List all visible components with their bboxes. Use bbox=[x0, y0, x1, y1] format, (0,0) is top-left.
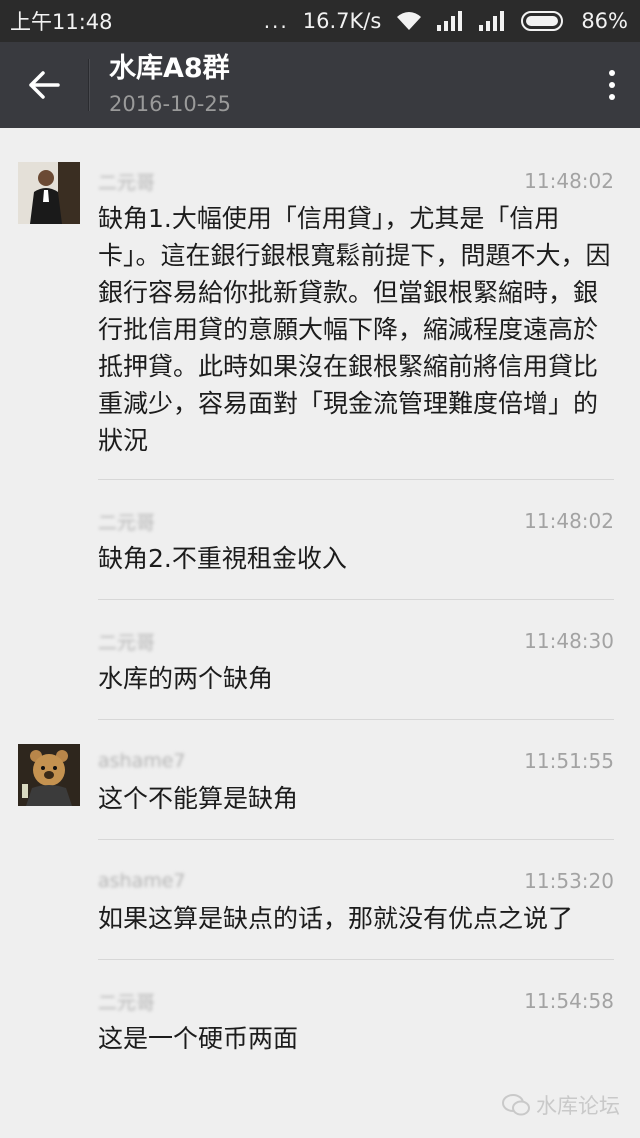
network-speed: 16.7K/s bbox=[302, 9, 382, 33]
message-item[interactable]: 二元哥 11:48:02 缺角2.不重視租金收入 bbox=[0, 480, 640, 600]
sender-name: 二元哥 bbox=[98, 171, 156, 194]
chat-date: 2016-10-25 bbox=[109, 92, 232, 116]
notification-dots: ... bbox=[263, 9, 289, 33]
message-time: 11:48:30 bbox=[524, 629, 614, 653]
sender-name: 二元哥 bbox=[98, 631, 156, 654]
sender-name: ashame7 bbox=[98, 750, 186, 772]
message-time: 11:54:58 bbox=[524, 989, 614, 1013]
watermark-text: 水库论坛 bbox=[536, 1094, 620, 1118]
sender-name: 二元哥 bbox=[98, 511, 156, 534]
wechat-icon bbox=[502, 1094, 530, 1116]
more-vertical-icon[interactable] bbox=[584, 42, 640, 128]
header-divider bbox=[88, 59, 89, 111]
status-indicators: ... 16.7K/s 86% bbox=[264, 9, 628, 33]
message-text: 如果这算是缺点的话，那就没有优点之说了 bbox=[98, 904, 574, 933]
message-text: 这是一个硬币两面 bbox=[98, 1024, 299, 1053]
wifi-icon bbox=[395, 10, 423, 32]
person-avatar[interactable] bbox=[18, 162, 80, 224]
message-item[interactable]: 二元哥 11:48:30 水库的两个缺角 bbox=[0, 600, 640, 720]
battery-level: 86% bbox=[581, 9, 628, 33]
message-time: 11:48:02 bbox=[524, 509, 614, 533]
message-item[interactable]: ashame7 11:51:55 这个不能算是缺角 bbox=[0, 720, 640, 840]
message-text: 缺角1.大幅使用「信用貸」，尤其是「信用卡」。這在銀行銀根寬鬆前提下，問題不大，… bbox=[98, 204, 611, 455]
battery-icon bbox=[521, 10, 567, 32]
message-text: 水库的两个缺角 bbox=[98, 664, 274, 693]
message-text: 缺角2.不重視租金收入 bbox=[98, 544, 347, 573]
signal-icon bbox=[437, 11, 465, 31]
back-button[interactable] bbox=[0, 42, 88, 128]
message-list: 二元哥 11:48:02 缺角1.大幅使用「信用貸」，尤其是「信用卡」。這在銀行… bbox=[0, 128, 640, 1138]
message-item[interactable]: 二元哥 11:48:02 缺角1.大幅使用「信用貸」，尤其是「信用卡」。這在銀行… bbox=[0, 128, 640, 480]
chat-title: 水库A8群 bbox=[109, 53, 230, 84]
message-text: 这个不能算是缺角 bbox=[98, 784, 299, 813]
status-bar: 上午11:48 ... 16.7K/s 86% bbox=[0, 0, 640, 42]
message-item[interactable]: 二元哥 11:54:58 这是一个硬币两面 bbox=[0, 960, 640, 1057]
arrow-left-icon bbox=[29, 71, 60, 99]
bear-avatar[interactable] bbox=[18, 744, 80, 806]
message-time: 11:51:55 bbox=[524, 749, 614, 773]
message-time: 11:48:02 bbox=[524, 169, 614, 193]
signal-icon-2 bbox=[479, 11, 507, 31]
message-time: 11:53:20 bbox=[524, 869, 614, 893]
watermark: 水库论坛 bbox=[502, 1090, 620, 1120]
status-time: 上午11:48 bbox=[10, 10, 113, 34]
message-item[interactable]: ashame7 11:53:20 如果这算是缺点的话，那就没有优点之说了 bbox=[0, 840, 640, 960]
chat-header: 水库A8群 2016-10-25 bbox=[0, 42, 640, 128]
sender-name: ashame7 bbox=[98, 870, 186, 892]
header-titles: 水库A8群 2016-10-25 bbox=[109, 52, 584, 118]
sender-name: 二元哥 bbox=[98, 991, 156, 1014]
